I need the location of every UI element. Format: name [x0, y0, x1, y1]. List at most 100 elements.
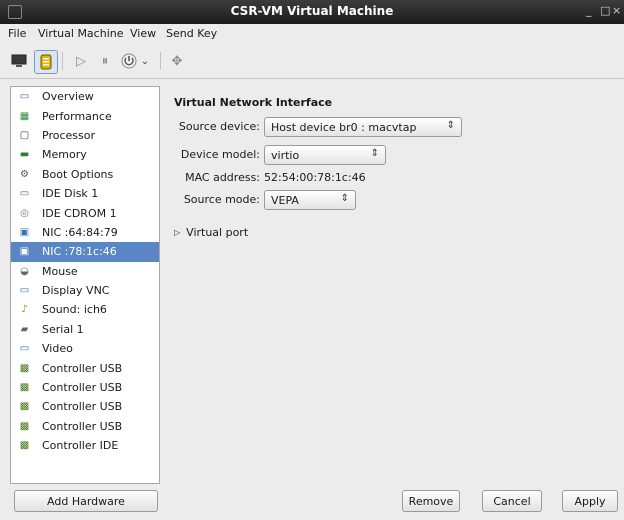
sidebar-item-label: IDE CDROM 1: [42, 206, 117, 220]
mouse-icon: ◒: [20, 265, 29, 277]
virtual-port-label: Virtual port: [186, 226, 249, 239]
sidebar-item[interactable]: ⚙ Boot Options: [11, 165, 159, 184]
sidebar-item[interactable]: ▰ Serial 1: [11, 320, 159, 339]
expander-arrow-icon: ▷: [174, 228, 181, 237]
run-icon[interactable]: ▷: [70, 50, 92, 72]
sidebar-item-label: Processor: [42, 128, 95, 142]
menu-bar: File Virtual Machine View Send Key: [0, 24, 624, 44]
sidebar-item[interactable]: ◒ Mouse: [11, 262, 159, 281]
sidebar-item[interactable]: ▣ NIC :78:1c:46: [11, 242, 159, 262]
sidebar-item[interactable]: ▢ Processor: [11, 126, 159, 145]
title-bar: CSR-VM Virtual Machine _ □ ×: [0, 0, 624, 24]
dropdown-icon[interactable]: ⌄: [138, 50, 152, 72]
device-model-value: virtio: [271, 148, 300, 162]
sidebar-item-label: Overview: [42, 90, 94, 104]
sidebar-item-label: Controller USB: [42, 361, 123, 375]
source-device-value: Host device br0 : macvtap: [271, 120, 417, 134]
sidebar-item-label: IDE Disk 1: [42, 187, 99, 201]
section-heading: Virtual Network Interface: [174, 96, 333, 109]
menu-send-key[interactable]: Send Key: [166, 27, 217, 40]
boot-options-icon: ⚙: [20, 168, 29, 180]
window-title: CSR-VM Virtual Machine: [230, 4, 394, 18]
device-model-label: Device model:: [180, 148, 260, 161]
video-icon: ▭: [19, 343, 30, 355]
display-icon: ▭: [19, 285, 30, 297]
memory-icon: ▬: [19, 149, 30, 161]
sidebar-item[interactable]: ▭ Overview: [11, 87, 159, 106]
sidebar-item-label: Video: [42, 342, 73, 356]
disk-icon: ▭: [19, 188, 30, 200]
sidebar-item[interactable]: ▭ Video: [11, 339, 159, 358]
combo-arrows-icon: ⇕: [340, 193, 349, 204]
mac-address-value: 52:54:00:78:1c:46: [264, 171, 366, 184]
combo-arrows-icon: ⇕: [370, 148, 379, 159]
source-device-combo[interactable]: Host device br0 : macvtap ⇕: [264, 117, 462, 137]
virtual-port-expander[interactable]: ▷ Virtual port: [174, 226, 248, 239]
sidebar-item-label: Controller IDE: [42, 439, 119, 453]
sidebar-item[interactable]: ▩ Controller USB: [11, 378, 159, 397]
sidebar-item-label: Mouse: [42, 264, 78, 278]
toolbar: ▷ ⏸ ⌄ ✥: [0, 44, 624, 79]
sidebar-item[interactable]: ▩ Controller USB: [11, 417, 159, 436]
sidebar-item-label: Display VNC: [42, 284, 110, 298]
menu-file[interactable]: File: [8, 27, 26, 40]
sidebar-item[interactable]: ▣ NIC :64:84:79: [11, 223, 159, 242]
hardware-list[interactable]: ▭ Overview ▦ Performance ▢ Processor ▬ Memory ⚙ B…: [10, 86, 160, 484]
minimize-button[interactable]: _: [586, 4, 592, 17]
sidebar-item[interactable]: ▩ Controller USB: [11, 358, 159, 377]
apply-button[interactable]: Apply: [562, 490, 618, 512]
source-device-label: Source device:: [178, 120, 260, 133]
device-model-combo[interactable]: virtio ⇕: [264, 145, 386, 165]
source-mode-value: VEPA: [271, 193, 299, 207]
fullscreen-icon[interactable]: ✥: [166, 50, 188, 72]
nic-icon: ▣: [19, 246, 30, 258]
cdrom-icon: ◎: [20, 207, 29, 219]
sidebar-item[interactable]: ▩ Controller USB: [11, 397, 159, 416]
toolbar-separator: [160, 52, 161, 70]
performance-icon: ▦: [19, 110, 30, 122]
sidebar-item[interactable]: ▭ IDE Disk 1: [11, 184, 159, 203]
controller-icon: ▩: [19, 440, 30, 452]
source-mode-label: Source mode:: [183, 193, 260, 206]
add-hardware-button[interactable]: Add Hardware: [14, 490, 158, 512]
sidebar-item-label: Controller USB: [42, 400, 123, 414]
serial-icon: ▰: [20, 323, 29, 335]
source-mode-combo[interactable]: VEPA ⇕: [264, 190, 356, 210]
controller-icon: ▩: [19, 382, 30, 394]
sidebar-item-label: Sound: ich6: [42, 303, 107, 317]
details-pane: Virtual Network Interface Source device:…: [172, 86, 612, 482]
maximize-button[interactable]: □: [600, 4, 610, 17]
menu-virtual-machine[interactable]: Virtual Machine: [38, 27, 124, 40]
sidebar-item-label: Controller USB: [42, 381, 123, 395]
sidebar-item-label: NIC :64:84:79: [42, 225, 118, 239]
sound-icon: ♪: [21, 304, 28, 316]
sidebar-item[interactable]: ▦ Performance: [11, 106, 159, 125]
remove-button[interactable]: Remove: [402, 490, 460, 512]
controller-icon: ▩: [19, 401, 30, 413]
sidebar-item-label: NIC :78:1c:46: [42, 245, 117, 259]
sidebar-item[interactable]: ♪ Sound: ich6: [11, 300, 159, 319]
monitor-icon[interactable]: [8, 50, 30, 72]
sidebar-item-label: Serial 1: [42, 322, 84, 336]
details-icon[interactable]: [34, 50, 58, 74]
menu-view[interactable]: View: [130, 27, 156, 40]
sidebar-item-label: Performance: [42, 109, 112, 123]
combo-arrows-icon: ⇕: [446, 120, 455, 131]
close-button[interactable]: ×: [612, 4, 621, 17]
cancel-button[interactable]: Cancel: [482, 490, 542, 512]
processor-icon: ▢: [19, 129, 30, 141]
sidebar-item[interactable]: ▭ Display VNC: [11, 281, 159, 300]
pause-icon[interactable]: ⏸: [94, 50, 116, 72]
controller-icon: ▩: [19, 420, 30, 432]
power-icon[interactable]: [118, 50, 140, 72]
sidebar-item[interactable]: ▬ Memory: [11, 145, 159, 164]
sidebar-item-label: Boot Options: [42, 167, 114, 181]
mac-address-label: MAC address:: [185, 171, 260, 184]
sidebar-item[interactable]: ▩ Controller IDE: [11, 436, 159, 455]
sidebar-item-label: Memory: [42, 148, 87, 162]
overview-icon: ▭: [19, 91, 30, 103]
sidebar-item[interactable]: ◎ IDE CDROM 1: [11, 203, 159, 222]
toolbar-separator: [62, 52, 63, 70]
controller-icon: ▩: [19, 362, 30, 374]
nic-icon: ▣: [19, 226, 30, 238]
